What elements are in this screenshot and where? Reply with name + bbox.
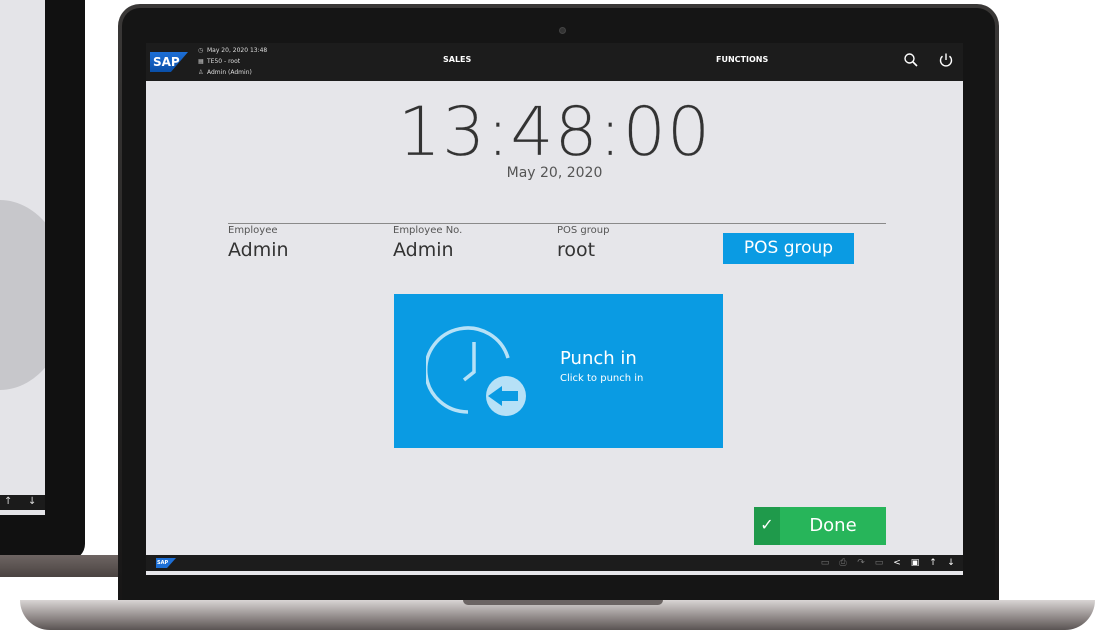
arrow-up-icon[interactable]: ↑ bbox=[925, 555, 941, 571]
background-laptop: ↑ ↓ bbox=[0, 0, 85, 560]
footer-sap-logo: SAP bbox=[156, 558, 176, 568]
footer-toolbar: ▭ ⎙ ↷ ▭ < ▣ ↑ ↓ bbox=[817, 555, 959, 571]
pos-group-label: POS group bbox=[557, 225, 610, 236]
bottom-bar: SAP ▭ ⎙ ↷ ▭ < ▣ ↑ ↓ bbox=[146, 555, 963, 571]
employee-value: Admin bbox=[228, 239, 289, 261]
clock-punch-in-icon bbox=[426, 326, 526, 416]
divider bbox=[228, 223, 886, 224]
arrow-down-icon: ↓ bbox=[28, 496, 37, 507]
punch-in-title: Punch in bbox=[560, 348, 637, 369]
clock-time: 13:48:00 bbox=[397, 93, 712, 172]
background-avatar-shape bbox=[0, 200, 45, 390]
menu-functions[interactable]: FUNCTIONS bbox=[716, 55, 768, 64]
laptop-notch bbox=[463, 600, 663, 605]
employee-number-label: Employee No. bbox=[393, 225, 463, 236]
background-laptop-screen: ↑ ↓ bbox=[0, 0, 45, 515]
session-user: Admin (Admin) bbox=[207, 69, 252, 76]
laptop-frame: SAP ◷ May 20, 2020 13:48 ▦ TE50 - root ♙ Ad… bbox=[118, 4, 999, 617]
punch-in-tile[interactable]: Punch in Click to punch in bbox=[394, 294, 723, 448]
pos-group-button[interactable]: POS group bbox=[723, 233, 854, 264]
power-icon[interactable] bbox=[938, 52, 954, 68]
footer-tool-icon-1[interactable]: ▭ bbox=[817, 555, 833, 571]
done-label: Done bbox=[809, 515, 857, 536]
done-button[interactable]: ✓ Done bbox=[754, 507, 886, 545]
arrow-down-icon[interactable]: ↓ bbox=[943, 555, 959, 571]
checkmark-icon: ✓ bbox=[754, 507, 780, 545]
store-icon: ▦ bbox=[198, 58, 204, 65]
background-laptop-base bbox=[0, 555, 120, 577]
employee-label: Employee bbox=[228, 225, 278, 236]
search-icon[interactable] bbox=[903, 52, 919, 68]
punch-in-subtitle: Click to punch in bbox=[560, 373, 644, 384]
clock-icon: ◷ bbox=[198, 47, 204, 54]
camera-icon bbox=[559, 27, 566, 34]
keyboard-icon[interactable]: ▣ bbox=[907, 555, 923, 571]
top-bar: SAP ◷ May 20, 2020 13:48 ▦ TE50 - root ♙ Ad… bbox=[146, 43, 963, 81]
pos-group-value: root bbox=[557, 239, 596, 261]
user-icon: ♙ bbox=[198, 69, 204, 76]
redo-icon[interactable]: ↷ bbox=[853, 555, 869, 571]
sap-logo: SAP bbox=[150, 52, 188, 72]
session-terminal: TE50 - root bbox=[207, 58, 241, 65]
session-info: ◷ May 20, 2020 13:48 ▦ TE50 - root ♙ Admin … bbox=[198, 45, 267, 78]
pos-screen: SAP ◷ May 20, 2020 13:48 ▦ TE50 - root ♙ Ad… bbox=[146, 43, 963, 575]
footer-tool-icon-2[interactable]: ▭ bbox=[871, 555, 887, 571]
arrow-up-icon: ↑ bbox=[4, 496, 13, 507]
employee-number-value: Admin bbox=[393, 239, 454, 261]
print-icon[interactable]: ⎙ bbox=[835, 555, 851, 571]
background-taskbar: ↑ ↓ bbox=[0, 495, 45, 510]
clock-date: May 20, 2020 bbox=[506, 165, 603, 181]
session-datetime: May 20, 2020 13:48 bbox=[207, 47, 268, 54]
share-icon[interactable]: < bbox=[889, 555, 905, 571]
menu-sales[interactable]: SALES bbox=[443, 55, 471, 64]
